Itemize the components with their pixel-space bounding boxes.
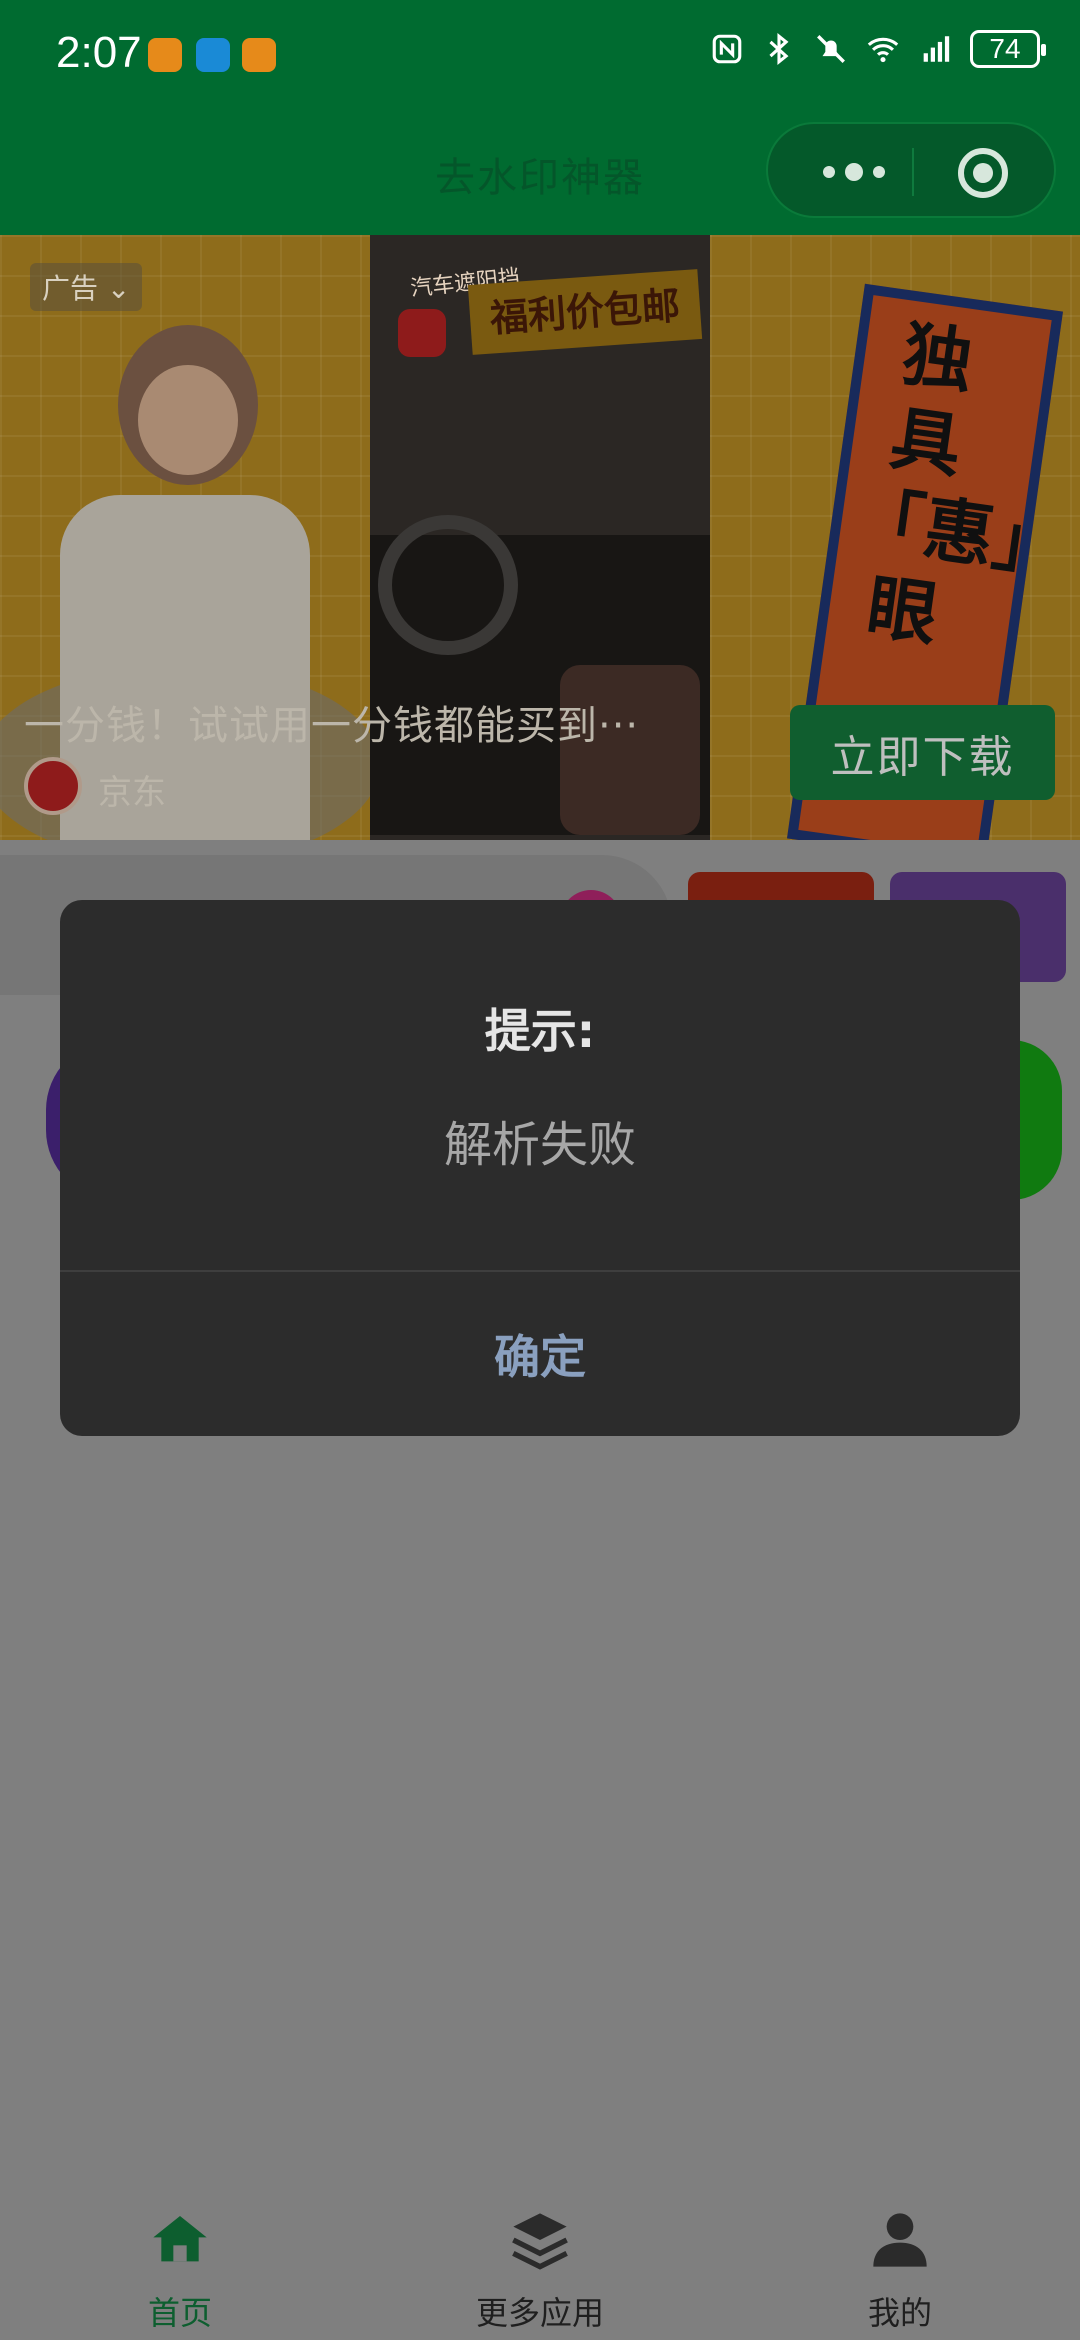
dialog-message: 解析失败 bbox=[443, 1117, 636, 1173]
confirm-button[interactable]: 确定 bbox=[60, 1272, 1020, 1436]
alert-dialog: 提示: 解析失败 确定 bbox=[60, 900, 1020, 1436]
dialog-title: 提示: bbox=[484, 1004, 596, 1058]
